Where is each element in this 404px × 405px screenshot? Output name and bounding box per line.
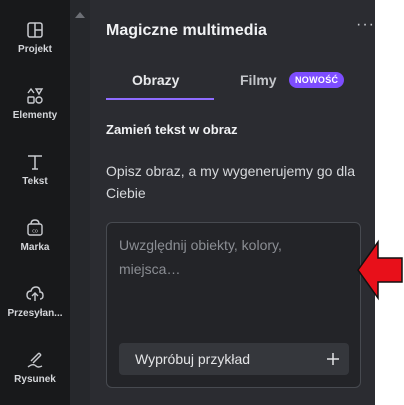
rail-scrollbar[interactable] xyxy=(70,0,90,405)
sidebar-item-marka[interactable]: co Marka xyxy=(0,218,70,280)
sidebar-item-projekt[interactable]: Projekt xyxy=(0,20,70,82)
sidebar-item-label: Marka xyxy=(20,242,50,253)
sidebar-item-rysunek[interactable]: Rysunek xyxy=(0,350,70,405)
scroll-up-arrow-icon[interactable] xyxy=(75,12,85,18)
left-icon-rail: Projekt Elementy Tekst co Marka Przesyła… xyxy=(0,0,70,405)
plus-icon xyxy=(327,353,339,365)
layout-icon xyxy=(27,22,43,38)
section-description: Opisz obraz, a my wygenerujemy go dla Ci… xyxy=(106,163,355,201)
panel-title: Magiczne multimedia xyxy=(106,22,267,39)
sidebar-item-tekst[interactable]: Tekst xyxy=(0,152,70,214)
prompt-input[interactable] xyxy=(119,233,347,313)
sidebar-item-label: Rysunek xyxy=(14,374,56,385)
shapes-icon xyxy=(27,87,44,104)
brand-icon: co xyxy=(27,219,43,236)
try-example-label: Wypróbuj przykład xyxy=(135,351,251,367)
prompt-box: Wypróbuj przykład xyxy=(106,222,361,388)
more-options-icon[interactable]: ··· xyxy=(356,16,375,34)
sidebar-item-label: Projekt xyxy=(18,44,52,55)
sidebar-item-label: Przesyłan... xyxy=(7,308,63,319)
tab-obrazy[interactable]: Obrazy xyxy=(132,72,179,88)
section-heading: Zamień tekst w obraz xyxy=(106,122,238,137)
sidebar-item-label: Elementy xyxy=(12,110,58,121)
red-arrow-annotation-icon xyxy=(357,239,403,301)
svg-text:co: co xyxy=(32,229,38,235)
draw-icon xyxy=(27,352,43,368)
text-icon xyxy=(28,155,42,170)
tab-filmy[interactable]: Filmy xyxy=(240,72,277,88)
media-tabs: Obrazy Filmy NOWOŚĆ xyxy=(90,66,375,102)
upload-icon xyxy=(26,286,44,301)
sidebar-item-przesylane[interactable]: Przesyłan... xyxy=(0,284,70,346)
active-tab-indicator xyxy=(106,98,214,100)
magic-media-panel: Magiczne multimedia ··· Obrazy Filmy NOW… xyxy=(90,0,375,405)
sidebar-item-elementy[interactable]: Elementy xyxy=(0,86,70,148)
sidebar-item-label: Tekst xyxy=(22,176,48,187)
try-example-button[interactable]: Wypróbuj przykład xyxy=(119,343,349,375)
new-badge: NOWOŚĆ xyxy=(289,72,345,88)
